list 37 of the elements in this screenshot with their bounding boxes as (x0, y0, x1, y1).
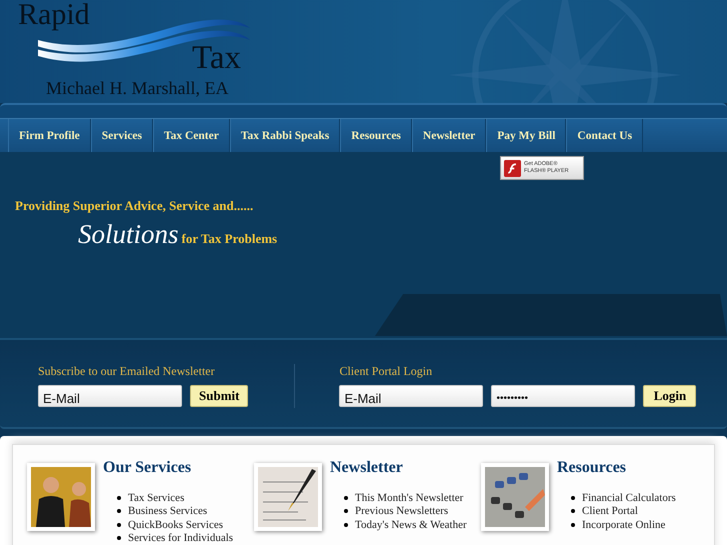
list-link[interactable]: Client Portal (582, 505, 638, 518)
form-title: Client Portal Login (339, 364, 434, 379)
bullet-icon (117, 496, 121, 500)
tagline: Providing Superior Advice, Service and...... (15, 198, 254, 214)
bullet-icon (117, 509, 121, 514)
form-title: Subscribe to our Emailed Newsletter (38, 364, 216, 379)
bullet-icon (344, 496, 348, 500)
bullet-icon (571, 522, 575, 527)
bullet-icon (117, 536, 121, 540)
slogan-text: for Tax Problems (182, 231, 278, 246)
bullet-icon (344, 509, 348, 514)
list-link[interactable]: Tax Services (128, 492, 184, 504)
list-link[interactable]: Business Services (128, 505, 208, 518)
submit-button[interactable]: Submit (190, 385, 248, 407)
bullet-icon (344, 522, 348, 527)
bullet-icon (117, 522, 121, 527)
owner-name: Michael H. Marshall, EA (46, 78, 228, 99)
section-heading: Resources (557, 459, 628, 477)
section-heading: Our Services (103, 459, 192, 477)
email-field[interactable]: E-Mail (38, 385, 182, 407)
logo-text: Rapid (18, 0, 90, 30)
list-link[interactable]: Previous Newsletters (355, 505, 448, 518)
slogan-word: Solutions (78, 219, 179, 249)
email-field[interactable]: E-Mail (339, 385, 484, 407)
login-button[interactable]: Login (643, 385, 696, 407)
bullet-icon (571, 509, 575, 514)
password-field[interactable]: ••••••••• (491, 385, 636, 407)
bullet-icon (571, 496, 575, 500)
list-link[interactable]: Services for Individuals (128, 532, 234, 544)
list-link[interactable]: QuickBooks Services (128, 518, 224, 531)
list-link[interactable]: This Month's Newsletter (355, 492, 464, 504)
logo-text: Tax (192, 40, 242, 77)
list-link[interactable]: Incorporate Online (582, 518, 666, 531)
list-link[interactable]: Today's News & Weather (355, 518, 467, 531)
section-heading: Newsletter (330, 459, 404, 477)
list-link[interactable]: Financial Calculators (582, 492, 676, 504)
flash-logo-icon (504, 160, 521, 176)
